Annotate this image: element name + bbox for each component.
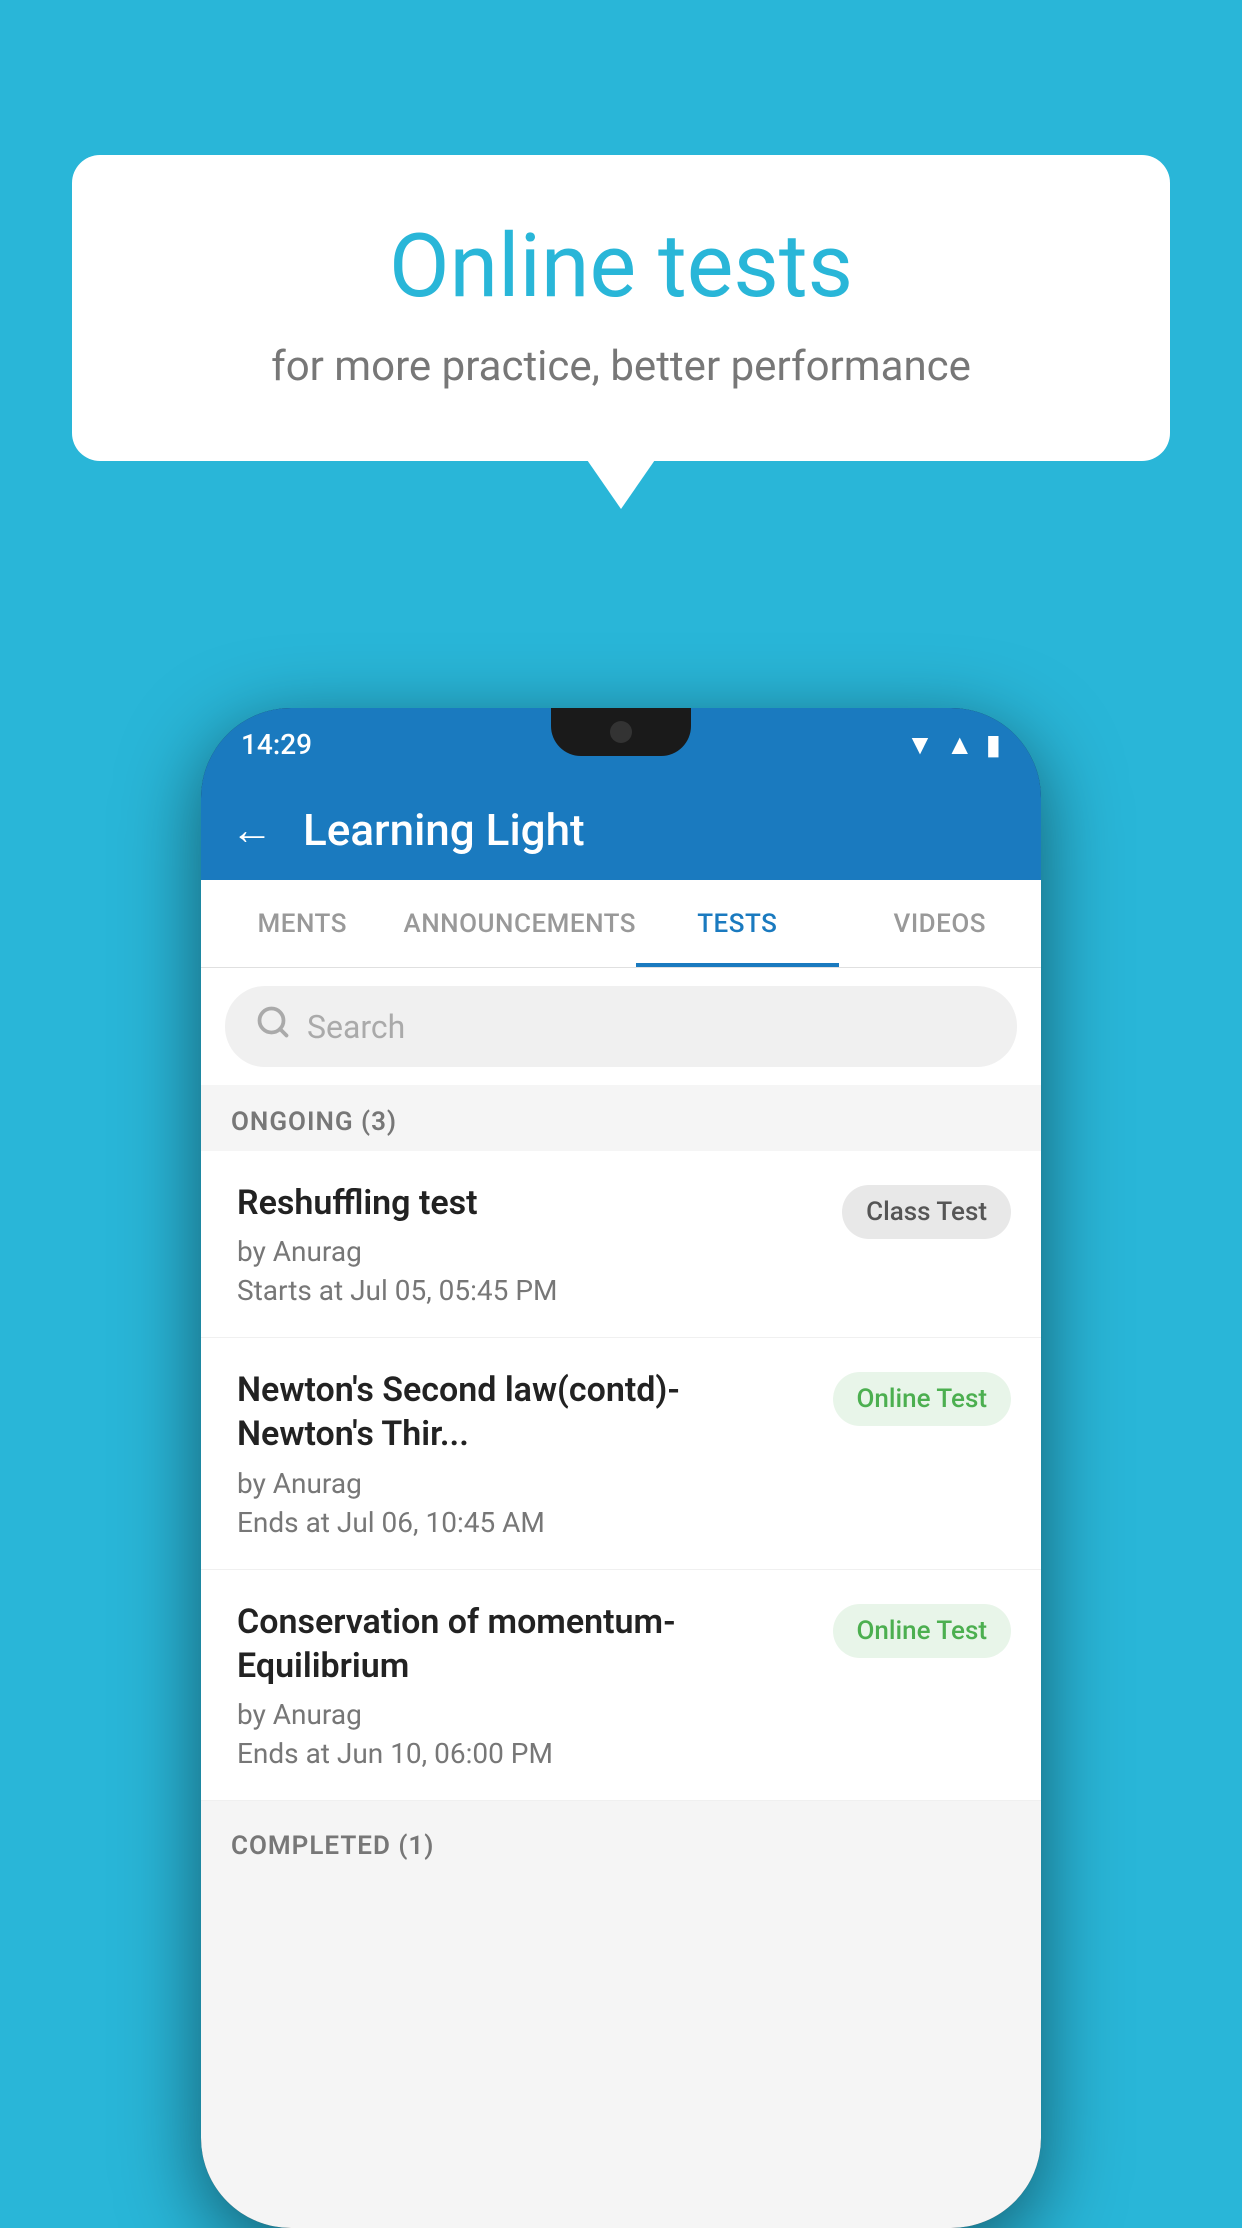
back-button[interactable]: ← [231, 806, 273, 855]
screen-content: Search ONGOING (3) Reshuffling test by A… [201, 968, 1041, 2228]
tab-ments[interactable]: MENTS [201, 880, 403, 967]
test-badge-2: Online Test [833, 1372, 1012, 1426]
search-container: Search [201, 968, 1041, 1085]
search-input[interactable]: Search [307, 1008, 405, 1046]
bubble-subtitle: for more practice, better performance [152, 342, 1090, 391]
section-completed-header: COMPLETED (1) [201, 1809, 1041, 1875]
test-author-1: by Anurag [237, 1235, 822, 1268]
battery-icon: ▮ [986, 728, 1001, 761]
test-item-2[interactable]: Newton's Second law(contd)-Newton's Thir… [201, 1338, 1041, 1569]
wifi-icon: ▼ [906, 728, 934, 761]
status-icons: ▼ ▲ ▮ [906, 728, 1001, 761]
bubble-title: Online tests [152, 215, 1090, 318]
search-bar[interactable]: Search [225, 986, 1017, 1067]
test-list: Reshuffling test by Anurag Starts at Jul… [201, 1151, 1041, 1801]
notch-camera [610, 721, 632, 743]
phone-frame: 14:29 ▼ ▲ ▮ ← Learning Light MENTS ANNOU… [201, 708, 1041, 2228]
app-title: Learning Light [303, 804, 585, 856]
signal-icon: ▲ [946, 728, 974, 761]
status-bar: 14:29 ▼ ▲ ▮ [201, 708, 1041, 780]
tab-videos[interactable]: VIDEOS [839, 880, 1041, 967]
tab-announcements[interactable]: ANNOUNCEMENTS [403, 880, 636, 967]
test-badge-3: Online Test [833, 1604, 1012, 1658]
test-item-3[interactable]: Conservation of momentum-Equilibrium by … [201, 1570, 1041, 1801]
test-badge-1: Class Test [842, 1185, 1011, 1239]
test-info-1: Reshuffling test by Anurag Starts at Jul… [237, 1181, 842, 1307]
test-title-1: Reshuffling test [237, 1181, 822, 1225]
test-date-2: Ends at Jul 06, 10:45 AM [237, 1506, 813, 1539]
tab-bar: MENTS ANNOUNCEMENTS TESTS VIDEOS [201, 880, 1041, 968]
app-header: ← Learning Light [201, 780, 1041, 880]
test-title-2: Newton's Second law(contd)-Newton's Thir… [237, 1368, 813, 1456]
test-author-3: by Anurag [237, 1698, 813, 1731]
test-item-1[interactable]: Reshuffling test by Anurag Starts at Jul… [201, 1151, 1041, 1338]
phone-notch [551, 708, 691, 756]
speech-bubble-container: Online tests for more practice, better p… [72, 155, 1170, 461]
test-info-3: Conservation of momentum-Equilibrium by … [237, 1600, 833, 1770]
test-title-3: Conservation of momentum-Equilibrium [237, 1600, 813, 1688]
search-icon [255, 1004, 291, 1049]
tab-tests[interactable]: TESTS [636, 880, 838, 967]
test-date-3: Ends at Jun 10, 06:00 PM [237, 1737, 813, 1770]
test-author-2: by Anurag [237, 1467, 813, 1500]
test-date-1: Starts at Jul 05, 05:45 PM [237, 1274, 822, 1307]
section-ongoing-header: ONGOING (3) [201, 1085, 1041, 1151]
status-time: 14:29 [241, 728, 312, 761]
speech-bubble: Online tests for more practice, better p… [72, 155, 1170, 461]
test-info-2: Newton's Second law(contd)-Newton's Thir… [237, 1368, 833, 1538]
